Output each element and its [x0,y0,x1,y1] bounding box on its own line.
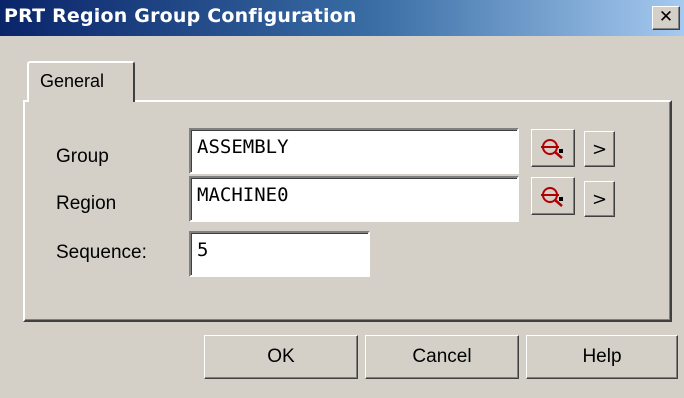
region-label: Region [56,193,117,214]
window-title: PRT Region Group Configuration [4,5,357,27]
lookup-icon [541,187,563,207]
close-button[interactable]: ✕ [652,6,680,30]
region-lookup-button[interactable] [531,177,575,215]
region-input[interactable]: MACHINE0 [189,176,519,222]
chevron-right-icon: > [591,138,608,160]
help-button[interactable]: Help [526,335,678,379]
sequence-input[interactable]: 5 [189,231,370,277]
sequence-label: Sequence: [56,242,147,263]
chevron-right-icon: > [591,188,608,210]
group-input[interactable]: ASSEMBLY [189,128,519,174]
lookup-icon [541,139,563,159]
tab-general-label: General [40,71,105,91]
tab-general[interactable]: General [27,61,135,102]
group-lookup-button[interactable] [531,129,575,167]
ok-button[interactable]: OK [204,335,358,379]
dialog-window: PRT Region Group Configuration ✕ General… [0,0,684,398]
group-expand-button[interactable]: > [584,131,615,167]
close-icon: ✕ [658,7,674,27]
group-label: Group [56,146,109,167]
title-bar[interactable]: PRT Region Group Configuration ✕ [0,0,684,36]
cancel-button[interactable]: Cancel [365,335,519,379]
region-expand-button[interactable]: > [584,181,615,217]
